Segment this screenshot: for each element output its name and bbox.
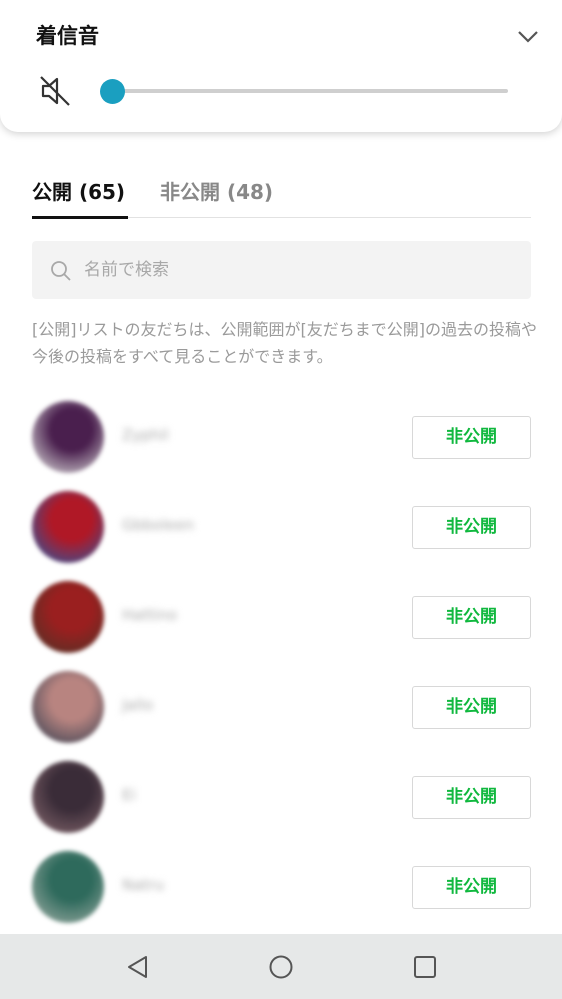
make-private-button[interactable]: 非公開 (412, 866, 531, 909)
friend-name: Hattino (122, 606, 178, 624)
search-box[interactable] (32, 241, 531, 299)
search-icon (51, 261, 71, 281)
volume-title: 着信音 (36, 24, 99, 48)
friend-name: Ei (122, 786, 136, 804)
make-private-button[interactable]: 非公開 (412, 776, 531, 819)
avatar[interactable] (32, 671, 104, 743)
tab-private[interactable]: 非公開 (48) (160, 176, 273, 205)
chevron-down-icon[interactable] (514, 22, 542, 50)
make-private-button[interactable]: 非公開 (412, 416, 531, 459)
list-item: Hattino 非公開 (0, 572, 562, 662)
avatar[interactable] (32, 581, 104, 653)
list-item: Gbboleen 非公開 (0, 482, 562, 572)
list-item: Natru 非公開 (0, 842, 562, 932)
make-private-button[interactable]: 非公開 (412, 506, 531, 549)
avatar[interactable] (32, 401, 104, 473)
list-item: Zyphil 非公開 (0, 392, 562, 482)
back-icon[interactable] (122, 951, 154, 983)
volume-slider-track[interactable] (112, 89, 508, 93)
volume-panel: 着信音 (0, 0, 562, 132)
friend-name: Jallo (122, 696, 154, 714)
volume-slider-thumb[interactable] (100, 79, 125, 104)
home-icon[interactable] (265, 951, 297, 983)
active-tab-indicator (32, 216, 128, 219)
friend-name: Zyphil (122, 426, 169, 444)
recents-icon[interactable] (409, 951, 441, 983)
avatar[interactable] (32, 491, 104, 563)
list-item: Jallo 非公開 (0, 662, 562, 752)
speaker-muted-icon[interactable] (38, 74, 72, 108)
avatar[interactable] (32, 761, 104, 833)
avatar[interactable] (32, 851, 104, 923)
search-input[interactable] (84, 241, 514, 299)
tab-bar: 公開 (65) 非公開 (48) (32, 172, 531, 219)
friend-list: Zyphil 非公開 Gbboleen 非公開 Hattino 非公開 Jall… (0, 392, 562, 932)
tab-public[interactable]: 公開 (65) (32, 176, 125, 205)
make-private-button[interactable]: 非公開 (412, 686, 531, 729)
description-text: [公開]リストの友だちは、公開範囲が[友だちまで公開]の過去の投稿や今後の投稿を… (32, 320, 537, 366)
make-private-button[interactable]: 非公開 (412, 596, 531, 639)
friend-name: Natru (122, 876, 164, 894)
list-item: Ei 非公開 (0, 752, 562, 842)
friend-name: Gbboleen (122, 516, 194, 534)
system-navigation-bar (0, 934, 562, 999)
